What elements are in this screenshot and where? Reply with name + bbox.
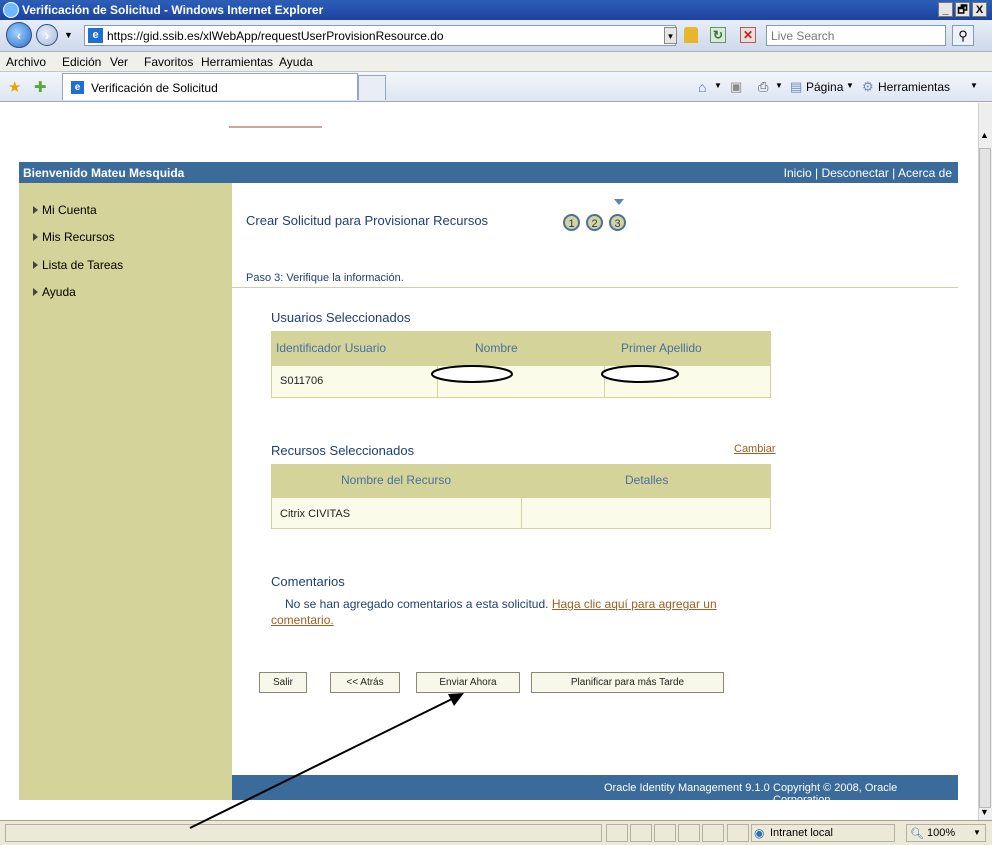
redaction-ellipse-name (431, 365, 513, 383)
redaction-ellipse-surname (601, 365, 679, 383)
annotation-arrow-line (189, 696, 457, 829)
annotation-overlay (189, 365, 679, 829)
